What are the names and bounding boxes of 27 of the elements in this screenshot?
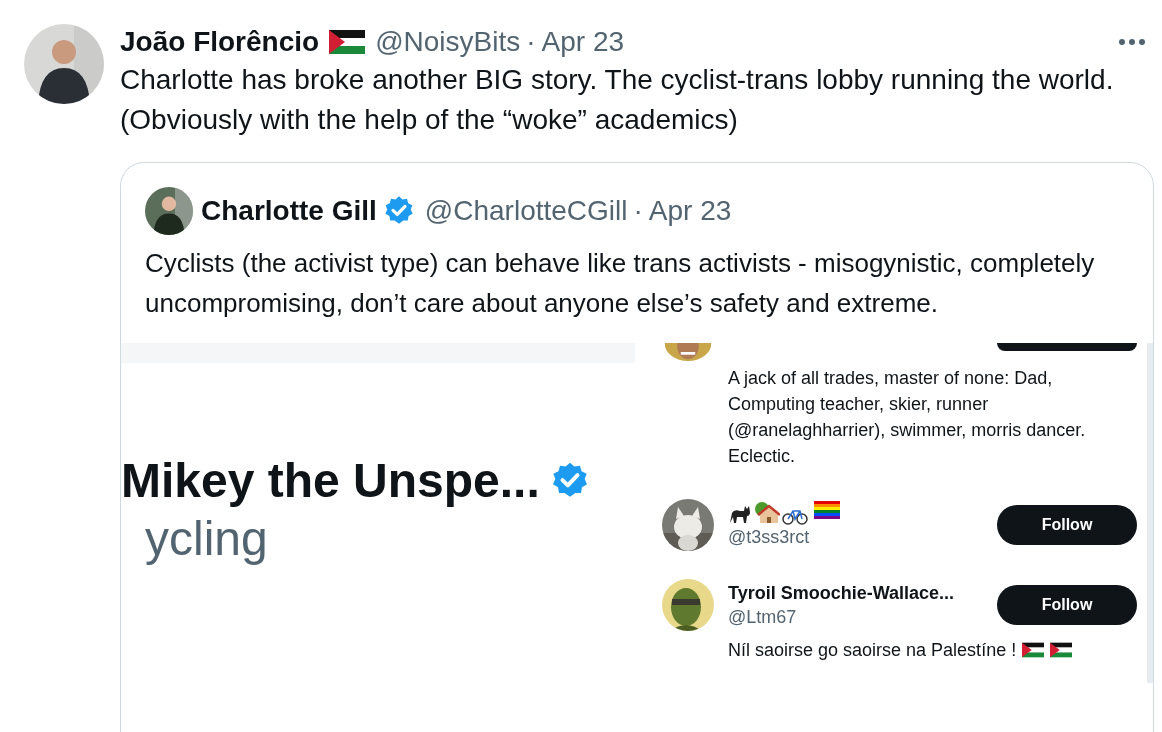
profile-name: Mikey the Unspe...	[121, 453, 540, 509]
follow-button[interactable]: Follow	[997, 585, 1137, 625]
more-icon[interactable]	[1118, 38, 1146, 46]
quoted-tweet-text: Cyclists (the activist type) can behave like trans activists - misogynistic, completely uncompromising, don’t care about anyone else’s safety and extreme.	[144, 247, 1096, 320]
tweet-date: Apr 23	[541, 25, 625, 59]
author-name: João Florêncio	[120, 25, 320, 59]
house-icon	[754, 501, 780, 525]
quoted-tweet-date: Apr 23	[648, 194, 732, 228]
profile-subtitle: ycling	[144, 511, 269, 567]
user-handle: @Ltm67	[728, 606, 798, 629]
quoted-tweet-card[interactable]	[120, 162, 1154, 732]
user-name: Tyroil Smoochie-Wallace...	[728, 582, 956, 605]
separator-dot: ·	[526, 25, 536, 59]
author-handle: @NoisyBits	[375, 25, 521, 59]
user-bio: Níl saoirse go saoirse na Palestíne !	[728, 639, 1017, 662]
bicycle-icon	[782, 507, 808, 525]
rainbow-flag-icon	[814, 501, 840, 519]
flag-icon	[1022, 642, 1045, 658]
quoted-author-name: Charlotte Gill	[201, 194, 377, 228]
flag-icon	[329, 30, 366, 54]
quoted-author-handle: @CharlotteCGill	[424, 194, 628, 228]
user-bio: A jack of all trades, master of none: Dad, Computing teacher, skier, runner (@ranelaghharrier), swimmer, morris dancer. Eclectic.	[728, 367, 1087, 468]
tweet-text: Charlotte has broke another BIG story. The cyclist-trans lobby running the world. (Obviously with the help of the “woke” academics)	[120, 63, 1115, 137]
flag-icon	[1050, 642, 1073, 658]
separator-dot: ·	[633, 194, 643, 228]
follow-button[interactable]: Follow	[997, 505, 1137, 545]
user-handle: @t3ss3rct	[728, 526, 811, 549]
